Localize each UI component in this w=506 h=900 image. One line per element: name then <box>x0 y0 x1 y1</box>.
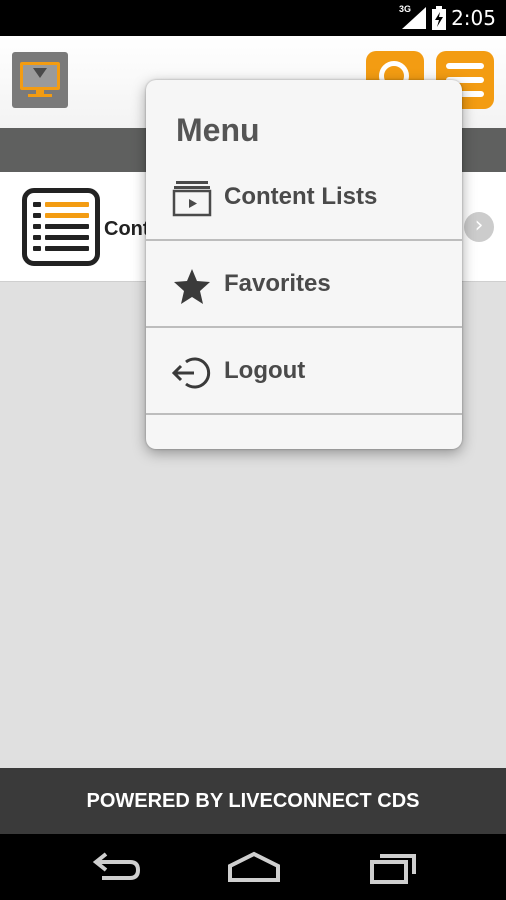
menu-item-content-lists[interactable]: Content Lists <box>146 155 462 241</box>
chevron-right-icon[interactable]: › <box>464 212 494 242</box>
menu-item-favorites[interactable]: Favorites <box>146 242 462 328</box>
recent-apps-icon[interactable] <box>364 848 424 888</box>
content-lists-icon <box>172 181 212 217</box>
logout-icon <box>172 357 211 389</box>
footer-text: POWERED BY LIVECONNECT CDS <box>86 790 420 812</box>
tv-screen-icon[interactable] <box>12 52 68 108</box>
clock: 2:05 <box>451 6 496 30</box>
menu-popup: Menu Content Lists Favorites Logout <box>146 80 462 449</box>
status-bar: 3G 2:05 <box>0 0 506 36</box>
menu-item-label: Content Lists <box>224 183 378 210</box>
signal-icon <box>402 7 426 29</box>
menu-item-label: Favorites <box>224 270 331 297</box>
hamburger-menu-icon <box>446 63 484 69</box>
menu-item-label: Logout <box>224 357 306 384</box>
battery-icon <box>432 6 446 30</box>
footer: POWERED BY LIVECONNECT CDS <box>0 768 506 834</box>
system-nav-bar <box>0 834 506 900</box>
back-icon[interactable] <box>84 848 144 888</box>
list-icon <box>22 188 100 266</box>
star-icon <box>174 269 210 304</box>
home-icon[interactable] <box>224 848 284 888</box>
menu-item-logout[interactable]: Logout <box>146 329 462 415</box>
content-row-label: Cont <box>104 218 150 240</box>
menu-title: Menu <box>176 112 260 148</box>
